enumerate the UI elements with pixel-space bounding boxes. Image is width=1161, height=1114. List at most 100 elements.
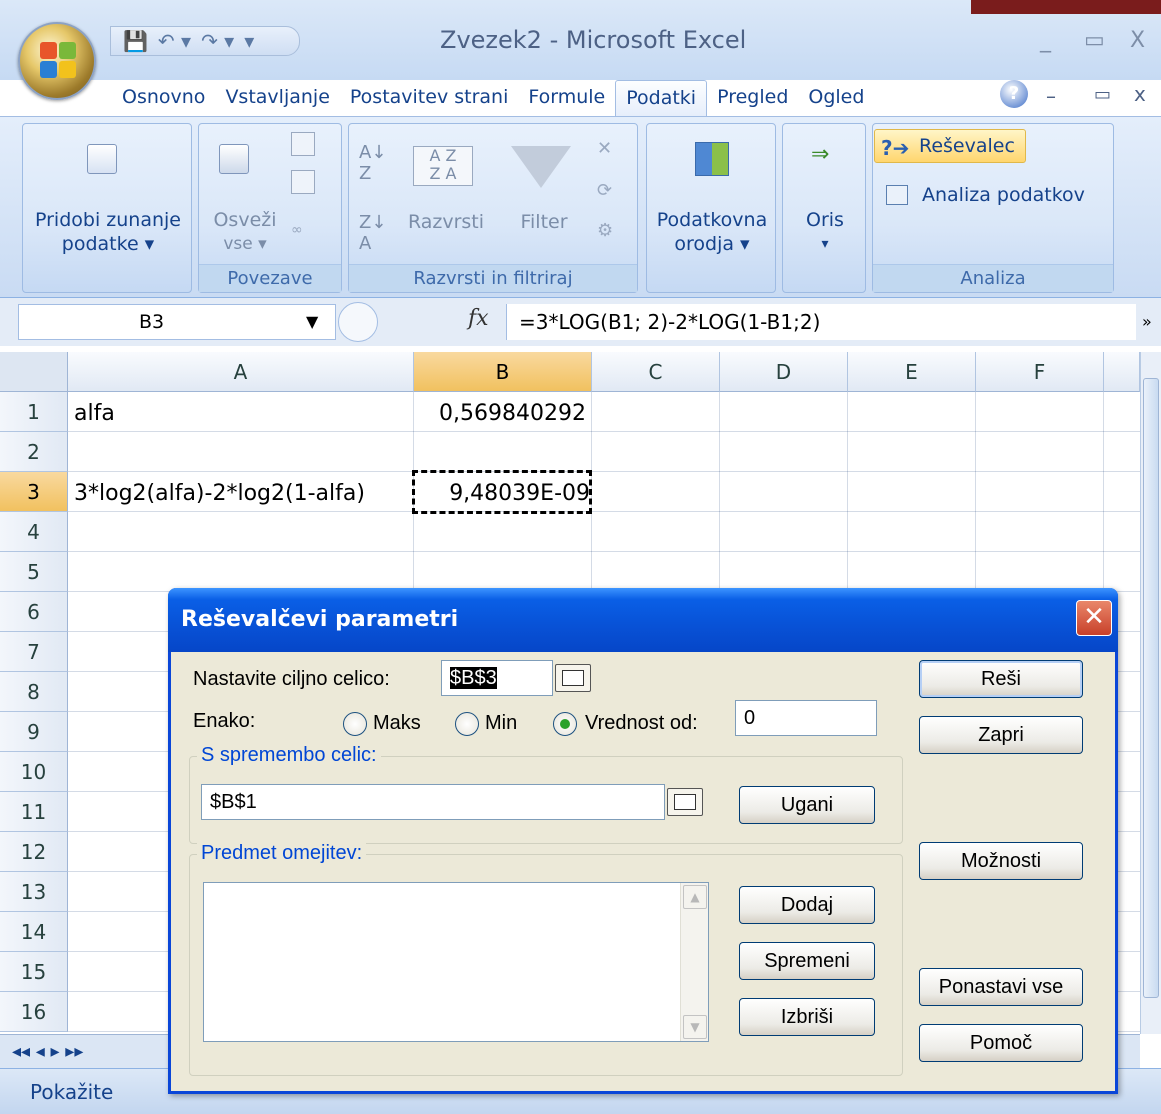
insert-function-icon[interactable]: fx	[468, 306, 489, 331]
edit-links-icon[interactable]: ∞	[291, 222, 315, 240]
value-of-input[interactable]: 0	[735, 700, 877, 736]
advanced-filter-icon[interactable]: ⚙	[597, 220, 613, 241]
clear-filter-icon[interactable]: ✕	[597, 138, 612, 159]
row-header-5[interactable]: 5	[0, 552, 68, 592]
expand-formula-bar-icon[interactable]: »	[1142, 312, 1152, 331]
ribbon-close-icon[interactable]: x	[1134, 82, 1146, 106]
tab-podatki[interactable]: Podatki	[615, 80, 708, 116]
column-header-f[interactable]: F	[976, 352, 1104, 392]
target-cell-ref-button[interactable]	[555, 664, 591, 692]
office-button[interactable]	[18, 22, 96, 100]
row-header-12[interactable]: 12	[0, 832, 68, 872]
dialog-close-button[interactable]: ✕	[1076, 600, 1112, 636]
radio-value-of[interactable]	[553, 712, 577, 736]
row-header-13[interactable]: 13	[0, 872, 68, 912]
change-constraint-button[interactable]: Spremeni	[739, 942, 875, 980]
sort-ascending-icon[interactable]: A↓ Z	[359, 142, 386, 184]
sort-descending-icon[interactable]: Z↓ A	[359, 212, 386, 254]
data-tools-label: Podatkovna	[656, 209, 768, 231]
tab-ogled[interactable]: Ogled	[798, 80, 874, 116]
get-external-data-button[interactable]: Pridobi zunanje podatke ▾	[23, 208, 193, 256]
select-all-corner[interactable]	[0, 352, 68, 392]
data-analysis-label: Analiza podatkov	[922, 184, 1085, 206]
changing-cells-input[interactable]: $B$1	[201, 784, 665, 820]
connections-icon[interactable]	[291, 132, 315, 156]
target-cell-input[interactable]: $B$3	[441, 660, 553, 696]
scroll-down-icon[interactable]: ▼	[683, 1015, 707, 1039]
close-window-button[interactable]: X	[1130, 28, 1145, 53]
undo-icon[interactable]: ↶ ▾	[158, 29, 191, 53]
delete-constraint-button[interactable]: Izbriši	[739, 998, 875, 1036]
tab-formule[interactable]: Formule	[518, 80, 615, 116]
reapply-filter-icon[interactable]: ⟳	[597, 180, 612, 201]
properties-icon[interactable]	[291, 170, 315, 194]
row-header-16[interactable]: 16	[0, 992, 68, 1032]
ribbon-restore-icon[interactable]: ▭	[1094, 84, 1111, 105]
row-header-6[interactable]: 6	[0, 592, 68, 632]
column-header-b[interactable]: B	[414, 352, 592, 392]
cell-a3[interactable]: 3*log2(alfa)-2*log2(1-alfa)	[74, 474, 365, 514]
group-outline: ⇒ Oris ▾	[782, 123, 866, 293]
solver-button[interactable]: ?➔ Reševalec	[874, 129, 1026, 163]
filter-button[interactable]: Filter	[499, 210, 589, 234]
row-header-8[interactable]: 8	[0, 672, 68, 712]
options-button-label: Možnosti	[960, 850, 1042, 872]
guess-button[interactable]: Ugani	[739, 786, 875, 824]
column-header-d[interactable]: D	[720, 352, 848, 392]
row-header-15[interactable]: 15	[0, 952, 68, 992]
scrollbar-thumb[interactable]	[1143, 378, 1159, 998]
row-header-10[interactable]: 10	[0, 752, 68, 792]
name-box[interactable]: B3	[18, 304, 336, 340]
data-tools-button[interactable]: Podatkovna orodja ▾	[647, 208, 777, 256]
solve-button[interactable]: Reši	[919, 660, 1083, 698]
formula-bar-resize-handle[interactable]	[338, 302, 378, 342]
constraints-scrollbar[interactable]: ▲ ▼	[680, 883, 708, 1041]
radio-max[interactable]	[343, 712, 367, 736]
outline-button[interactable]: Oris ▾	[783, 208, 867, 256]
column-header-a[interactable]: A	[68, 352, 414, 392]
tab-pregled[interactable]: Pregled	[707, 80, 798, 116]
cell-a1[interactable]: alfa	[74, 394, 115, 434]
constraints-list[interactable]: ▲ ▼	[203, 882, 709, 1042]
column-header-e[interactable]: E	[848, 352, 976, 392]
tab-osnovno[interactable]: Osnovno	[112, 80, 215, 116]
column-header-g[interactable]	[1104, 352, 1140, 392]
name-box-dropdown-icon[interactable]: ▼	[306, 312, 318, 331]
tab-vstavljanje[interactable]: Vstavljanje	[215, 80, 339, 116]
row-header-14[interactable]: 14	[0, 912, 68, 952]
save-icon[interactable]: 💾	[123, 29, 148, 53]
ribbon-minimize-icon[interactable]: –	[1046, 84, 1056, 108]
close-button[interactable]: Zapri	[919, 716, 1083, 754]
changing-cells-ref-button[interactable]	[667, 788, 703, 816]
cell-b3[interactable]: 9,48039E-09	[414, 474, 590, 514]
radio-min[interactable]	[455, 712, 479, 736]
scroll-up-icon[interactable]: ▲	[683, 885, 707, 909]
row-header-9[interactable]: 9	[0, 712, 68, 752]
row-header-3[interactable]: 3	[0, 472, 68, 512]
column-header-c[interactable]: C	[592, 352, 720, 392]
add-constraint-button[interactable]: Dodaj	[739, 886, 875, 924]
help-button[interactable]: Pomoč	[919, 1024, 1083, 1062]
data-analysis-button[interactable]: Analiza podatkov	[882, 179, 1112, 211]
customize-qat-icon[interactable]: ▾	[244, 29, 254, 53]
maximize-button[interactable]: ▭	[1084, 28, 1105, 53]
formula-input[interactable]: =3*LOG(B1; 2)-2*LOG(1-B1;2)	[506, 304, 1136, 340]
vertical-scrollbar[interactable]	[1140, 352, 1161, 1034]
group-connections: ∞ Osveži vse ▾ Povezave	[198, 123, 342, 293]
row-header-4[interactable]: 4	[0, 512, 68, 552]
reset-all-button[interactable]: Ponastavi vse	[919, 968, 1083, 1006]
row-header-2[interactable]: 2	[0, 432, 68, 472]
row-header-7[interactable]: 7	[0, 632, 68, 672]
row-header-1[interactable]: 1	[0, 392, 68, 432]
row-header-11[interactable]: 11	[0, 792, 68, 832]
collapse-dialog-icon	[674, 794, 696, 810]
help-icon[interactable]: ?	[1000, 80, 1028, 108]
redo-icon[interactable]: ↷ ▾	[201, 29, 234, 53]
sheet-nav-arrows-icon[interactable]: ◂◂ ◂ ▸ ▸▸	[12, 1041, 83, 1062]
cell-b1[interactable]: 0,569840292	[414, 394, 586, 434]
minimize-button[interactable]: _	[1040, 28, 1051, 53]
sort-button[interactable]: Razvrsti	[401, 210, 491, 234]
tab-postavitev-strani[interactable]: Postavitev strani	[340, 80, 518, 116]
refresh-all-button[interactable]: Osveži vse ▾	[205, 208, 285, 256]
options-button[interactable]: Možnosti	[919, 842, 1083, 880]
